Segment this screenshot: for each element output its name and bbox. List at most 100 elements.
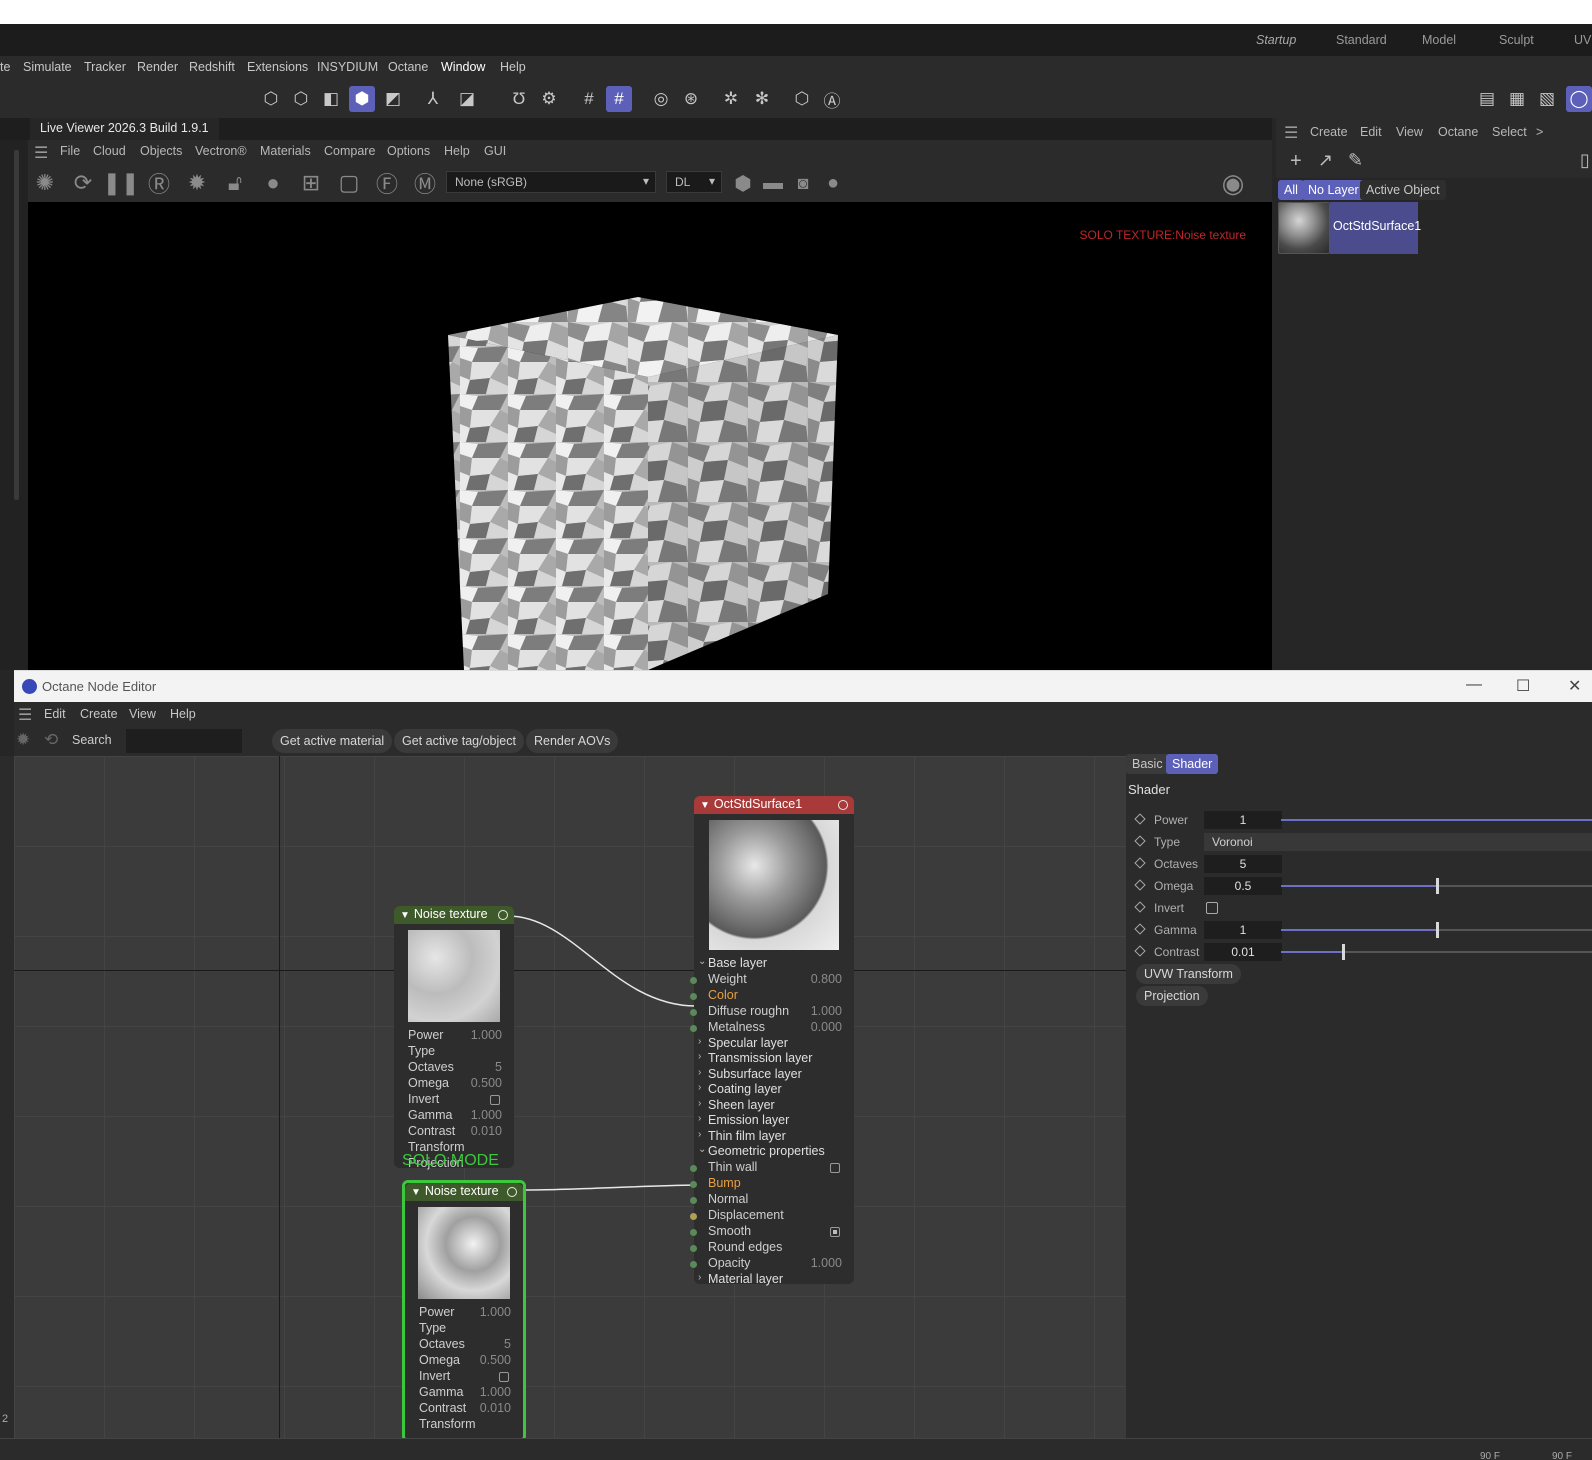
mat-menu-edit[interactable]: Edit — [1360, 125, 1382, 139]
lv-menu-help[interactable]: Help — [444, 144, 470, 158]
base-layer-section[interactable]: ⌄ Base layer — [694, 956, 854, 972]
input-port[interactable] — [690, 1008, 697, 1016]
contrast-field[interactable]: 0.01 — [1204, 943, 1282, 961]
param-row[interactable]: Thin wall — [690, 1160, 854, 1176]
octaves-field[interactable]: 5 — [1204, 855, 1282, 873]
param-row[interactable]: Omega 0.500 — [405, 1353, 523, 1369]
param-checkbox[interactable] — [830, 1162, 840, 1173]
param-checkbox[interactable] — [830, 1226, 840, 1237]
close-icon[interactable]: ✕ — [1568, 676, 1581, 696]
mat-menu-view[interactable]: View — [1396, 125, 1423, 139]
node-header[interactable]: ▼ OctStdSurface1 — [694, 796, 854, 814]
gamma-slider-knob[interactable] — [1435, 922, 1439, 938]
render-picture-icon[interactable]: ▦ — [1504, 86, 1530, 112]
menu-create[interactable]: te — [0, 60, 10, 74]
layout-model[interactable]: Model — [1422, 33, 1456, 47]
tab-no-layer[interactable]: No Layer — [1302, 180, 1365, 200]
gamma-field[interactable]: 1 — [1204, 921, 1282, 939]
menu-tracker[interactable]: Tracker — [84, 60, 126, 74]
collapse-triangle-icon[interactable]: ▼ — [700, 800, 710, 811]
input-port[interactable] — [690, 1196, 697, 1204]
param-row[interactable]: Gamma 1.000 — [405, 1385, 523, 1401]
add-icon[interactable]: + — [1290, 150, 1302, 173]
tab-shader[interactable]: Shader — [1166, 754, 1219, 774]
input-port[interactable] — [690, 1024, 697, 1032]
param-checkbox[interactable] — [490, 1095, 500, 1105]
lv-menu-file[interactable]: File — [60, 144, 80, 158]
param-row[interactable]: Type — [394, 1044, 514, 1060]
param-row[interactable]: Smooth — [690, 1224, 854, 1240]
minimize-icon[interactable]: — — [1466, 676, 1482, 694]
clay-mode-icon[interactable]: ◉ — [1218, 168, 1248, 198]
timeline-ruler[interactable]: 2 90 F 90 F — [0, 1413, 1592, 1460]
symmetry-settings-icon[interactable]: ✻ — [749, 86, 775, 112]
input-port[interactable] — [690, 976, 697, 984]
gear-icon[interactable]: ✹ — [16, 730, 30, 750]
layout-standard[interactable]: Standard — [1336, 33, 1387, 47]
material-layer-section[interactable]: › Material layer — [694, 1272, 854, 1288]
collapse-triangle-icon[interactable]: ▼ — [400, 910, 410, 921]
render-aovs-button[interactable]: Render AOVs — [526, 729, 619, 753]
param-checkbox[interactable] — [499, 1372, 509, 1382]
grid-icon[interactable]: # — [576, 86, 602, 112]
param-row[interactable]: Invert — [394, 1092, 514, 1108]
input-port[interactable] — [690, 1228, 697, 1236]
mat-menu-select[interactable]: Select — [1492, 125, 1527, 139]
menu-simulate[interactable]: Simulate — [23, 60, 72, 74]
param-row[interactable]: Octaves 5 — [405, 1337, 523, 1353]
output-port[interactable] — [498, 910, 508, 920]
render-region-icon[interactable]: ▤ — [1474, 86, 1500, 112]
tab-all[interactable]: All — [1278, 180, 1304, 200]
points-mode-icon[interactable]: ⬡ — [258, 86, 284, 112]
layout-startup[interactable]: Startup — [1256, 33, 1296, 47]
refresh-icon[interactable]: ⟲ — [44, 730, 58, 750]
param-row[interactable]: Weight 0.800 — [690, 972, 854, 988]
projection-button[interactable]: Projection — [1136, 986, 1208, 1006]
restart-icon[interactable]: ⟳ — [68, 168, 98, 198]
left-scrollbar[interactable] — [14, 150, 19, 500]
color-space-select[interactable]: None (sRGB) ▾ — [446, 171, 656, 193]
keyframe-icon[interactable] — [1134, 945, 1146, 957]
film-icon[interactable]: ▬ — [758, 168, 788, 198]
geometric-properties-section[interactable]: ⌄ Geometric properties — [694, 1144, 854, 1160]
layer-section[interactable]: › Emission layer — [694, 1113, 854, 1129]
mat-menu-octane[interactable]: Octane — [1438, 125, 1478, 139]
texture-mode-icon[interactable]: ◩ — [380, 86, 406, 112]
keyframe-icon[interactable] — [1134, 813, 1146, 825]
param-row[interactable]: Opacity 1.000 — [690, 1256, 854, 1272]
axis-icon[interactable]: ⅄ — [420, 86, 446, 112]
param-row[interactable]: Octaves 5 — [394, 1060, 514, 1076]
live-viewer-tab[interactable]: Live Viewer 2026.3 Build 1.9.1 — [30, 118, 219, 140]
grid-snap-icon[interactable]: # — [606, 86, 632, 112]
param-row[interactable]: Transform — [405, 1417, 523, 1433]
mat-menu-more[interactable]: > — [1536, 125, 1543, 139]
render-settings-icon[interactable]: ▧ — [1534, 86, 1560, 112]
search-input[interactable] — [126, 729, 242, 753]
tab-active-object[interactable]: Active Object — [1360, 180, 1446, 200]
material-item[interactable]: OctStdSurface1 — [1278, 202, 1421, 254]
param-row[interactable]: Invert — [405, 1369, 523, 1385]
layer-section[interactable]: › Subsurface layer — [694, 1067, 854, 1083]
region-icon[interactable]: Ⓡ — [144, 168, 174, 198]
trash-icon[interactable]: ▯ — [1580, 150, 1590, 171]
param-row[interactable]: Contrast 0.010 — [405, 1401, 523, 1417]
focus-pick-icon[interactable]: Ⓕ — [372, 168, 402, 198]
circle-icon[interactable]: ● — [818, 168, 848, 198]
symmetry-icon[interactable]: ✲ — [718, 86, 744, 112]
ne-menu-edit[interactable]: Edit — [44, 707, 66, 721]
node-header[interactable]: ▼ Noise texture — [405, 1183, 523, 1201]
workplane-settings-icon[interactable]: ⊛ — [678, 86, 704, 112]
node-header[interactable]: ▼ Noise texture — [394, 906, 514, 924]
input-port[interactable] — [690, 992, 697, 1000]
keyframe-icon[interactable] — [1134, 923, 1146, 935]
menu-redshift[interactable]: Redshift — [189, 60, 235, 74]
menu-insydium[interactable]: INSYDIUM — [317, 60, 378, 74]
octstdsurface-node[interactable]: ▼ OctStdSurface1 ⌄ Base layer Weight 0.800 C… — [690, 796, 854, 1286]
param-row[interactable]: Normal — [690, 1192, 854, 1208]
collapse-triangle-icon[interactable]: ▼ — [411, 1187, 421, 1198]
tab-basic[interactable]: Basic — [1126, 754, 1169, 774]
output-port[interactable] — [838, 800, 848, 810]
input-port[interactable] — [690, 1212, 697, 1220]
camera-icon[interactable]: ◙ — [788, 168, 818, 198]
pause-icon[interactable]: ❚❚ — [103, 168, 140, 198]
